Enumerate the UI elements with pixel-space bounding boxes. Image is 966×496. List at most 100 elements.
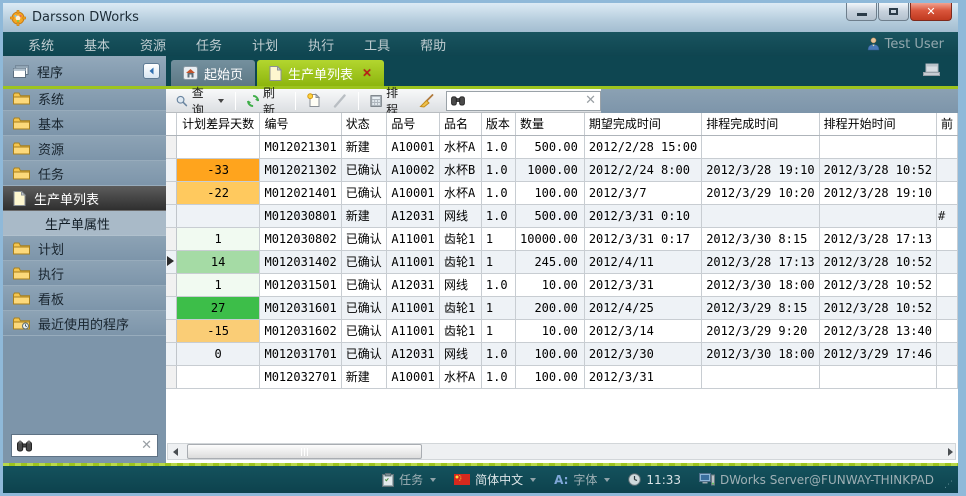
minimize-button[interactable] xyxy=(846,3,877,21)
cell-expect: 2012/3/14 xyxy=(584,319,701,342)
sidebar-item-资源[interactable]: 资源 xyxy=(3,136,166,161)
sidebar-item-label: 生产单列表 xyxy=(34,189,99,208)
horizontal-scrollbar[interactable] xyxy=(167,443,956,460)
cell-expect: 2012/3/31 0:17 xyxy=(584,227,701,250)
scroll-left-button[interactable] xyxy=(168,444,183,459)
sidebar-item-系统[interactable]: 系统 xyxy=(3,86,166,111)
cell-item_no: A11001 xyxy=(387,250,440,273)
sidebar-item-看板[interactable]: 看板 xyxy=(3,286,166,311)
table-row[interactable]: 1M012031501已确认A12031网线1.010.002012/3/312… xyxy=(166,273,958,296)
close-button[interactable]: ✕ xyxy=(910,3,952,21)
cell-item_name: 齿轮1 xyxy=(439,319,481,342)
table-row[interactable]: M012030801新建A12031网线1.0500.002012/3/31 0… xyxy=(166,204,958,227)
cell-version: 1.0 xyxy=(481,158,515,181)
sidebar-item-生产单属性[interactable]: 生产单属性 xyxy=(3,211,166,236)
refresh-icon xyxy=(247,94,259,108)
table-row[interactable]: 14M012031402已确认A11001齿轮11245.002012/4/11… xyxy=(166,250,958,273)
computer-icon xyxy=(699,473,715,486)
toolbar-search-input[interactable] xyxy=(469,94,581,108)
table-row[interactable]: 27M012031601已确认A11001齿轮11200.002012/4/25… xyxy=(166,296,958,319)
menu-item[interactable]: 基本 xyxy=(69,32,125,57)
cell-sched_start xyxy=(819,135,936,158)
status-server-label: DWorks Server@FUNWAY-THINKPAD xyxy=(720,473,934,487)
menu-item[interactable]: 执行 xyxy=(293,32,349,57)
column-header-计划差异天数[interactable]: 计划差异天数 xyxy=(176,113,260,135)
edit-button[interactable] xyxy=(329,92,351,110)
tab-close-icon[interactable]: ✕ xyxy=(362,66,372,80)
table-row[interactable]: 1M012030802已确认A11001齿轮1110000.002012/3/3… xyxy=(166,227,958,250)
sidebar-collapse-button[interactable] xyxy=(143,63,160,79)
row-indicator-cell xyxy=(166,204,176,227)
column-header-数量[interactable]: 数量 xyxy=(516,113,585,135)
menu-item[interactable]: 系统 xyxy=(13,32,69,57)
column-header-排程完成时间[interactable]: 排程完成时间 xyxy=(702,113,819,135)
toolbar-search-clear-icon[interactable]: ✕ xyxy=(585,93,596,108)
sidebar-item-最近使用的程序[interactable]: 最近使用的程序 xyxy=(3,311,166,336)
menu-item[interactable]: 计划 xyxy=(237,32,293,57)
sidebar-search-clear-icon[interactable]: ✕ xyxy=(141,438,152,453)
resize-grip[interactable]: ⋰ xyxy=(944,480,954,490)
sidebar-item-生产单列表[interactable]: 生产单列表 xyxy=(3,186,166,211)
window-controls: ✕ xyxy=(845,3,952,21)
cell-item_no: A11001 xyxy=(387,296,440,319)
table-row[interactable]: -22M012021401已确认A10001水杯A1.0100.002012/3… xyxy=(166,181,958,204)
table-row[interactable]: M012032701新建A10001水杯A1.0100.002012/3/31 xyxy=(166,365,958,388)
table-row[interactable]: 0M012031701已确认A12031网线1.0100.002012/3/30… xyxy=(166,342,958,365)
search-icon xyxy=(176,94,188,108)
menu-item[interactable]: 帮助 xyxy=(405,32,461,57)
new-button[interactable] xyxy=(303,91,325,110)
column-header-期望完成时间[interactable]: 期望完成时间 xyxy=(584,113,701,135)
cell-extra xyxy=(936,181,957,204)
user-badge[interactable]: Test User xyxy=(867,37,944,52)
sidebar-item-执行[interactable]: 执行 xyxy=(3,261,166,286)
cell-item_no: A10001 xyxy=(387,135,440,158)
maximize-button[interactable] xyxy=(878,3,909,21)
column-header-状态[interactable]: 状态 xyxy=(341,113,387,135)
table-row[interactable]: M012021301新建A10001水杯A1.0500.002012/2/28 … xyxy=(166,135,958,158)
table-row[interactable]: -33M012021302已确认A10002水杯B1.01000.002012/… xyxy=(166,158,958,181)
cell-version: 1.0 xyxy=(481,273,515,296)
menu-item[interactable]: 资源 xyxy=(125,32,181,57)
status-bar: 任务 简体中文 A: 字体 11:33 xyxy=(3,466,958,493)
cell-sched_start: 2012/3/28 17:13 xyxy=(819,227,936,250)
sidebar-search-box: ✕ xyxy=(11,434,158,457)
scroll-right-button[interactable] xyxy=(948,448,953,456)
row-indicator-cell xyxy=(166,365,176,388)
cell-code: M012030802 xyxy=(260,227,341,250)
cell-qty: 500.00 xyxy=(516,204,585,227)
sidebar-item-计划[interactable]: 计划 xyxy=(3,236,166,261)
cell-diff: 27 xyxy=(176,296,260,319)
column-header-前[interactable]: 前 xyxy=(936,113,957,135)
column-header-编号[interactable]: 编号 xyxy=(260,113,341,135)
column-header-排程开始时间[interactable]: 排程开始时间 xyxy=(819,113,936,135)
menu-item[interactable]: 任务 xyxy=(181,32,237,57)
status-language-menu[interactable]: 简体中文 xyxy=(454,471,536,488)
cell-item_name: 齿轮1 xyxy=(439,250,481,273)
programs-icon xyxy=(13,65,29,78)
cell-item_no: A12031 xyxy=(387,204,440,227)
row-indicator-cell xyxy=(166,296,176,319)
cell-status: 已确认 xyxy=(341,158,387,181)
cell-sched_start: 2012/3/29 17:46 xyxy=(819,342,936,365)
status-font-menu[interactable]: A: 字体 xyxy=(554,471,610,488)
table-row[interactable]: -15M012031602已确认A11001齿轮1110.002012/3/14… xyxy=(166,319,958,342)
app-gear-icon xyxy=(10,10,26,26)
cell-qty: 200.00 xyxy=(516,296,585,319)
cell-item_no: A10001 xyxy=(387,181,440,204)
sidebar-item-任务[interactable]: 任务 xyxy=(3,161,166,186)
sidebar-search-input[interactable] xyxy=(32,439,141,453)
clean-button[interactable] xyxy=(415,92,438,110)
query-dropdown-caret[interactable] xyxy=(218,99,224,103)
menu-item[interactable]: 工具 xyxy=(349,32,405,57)
column-header-品号[interactable]: 品号 xyxy=(387,113,440,135)
status-task-menu[interactable]: 任务 xyxy=(382,471,436,488)
scrollbar-thumb[interactable] xyxy=(187,444,422,459)
column-header-品名[interactable]: 品名 xyxy=(439,113,481,135)
column-header-版本[interactable]: 版本 xyxy=(481,113,515,135)
sidebar-item-基本[interactable]: 基本 xyxy=(3,111,166,136)
dock-window-icon[interactable] xyxy=(923,63,940,76)
cell-item_no: A12031 xyxy=(387,342,440,365)
cell-version: 1 xyxy=(481,319,515,342)
sidebar-item-label: 资源 xyxy=(38,139,64,158)
clipboard-icon xyxy=(382,473,394,487)
